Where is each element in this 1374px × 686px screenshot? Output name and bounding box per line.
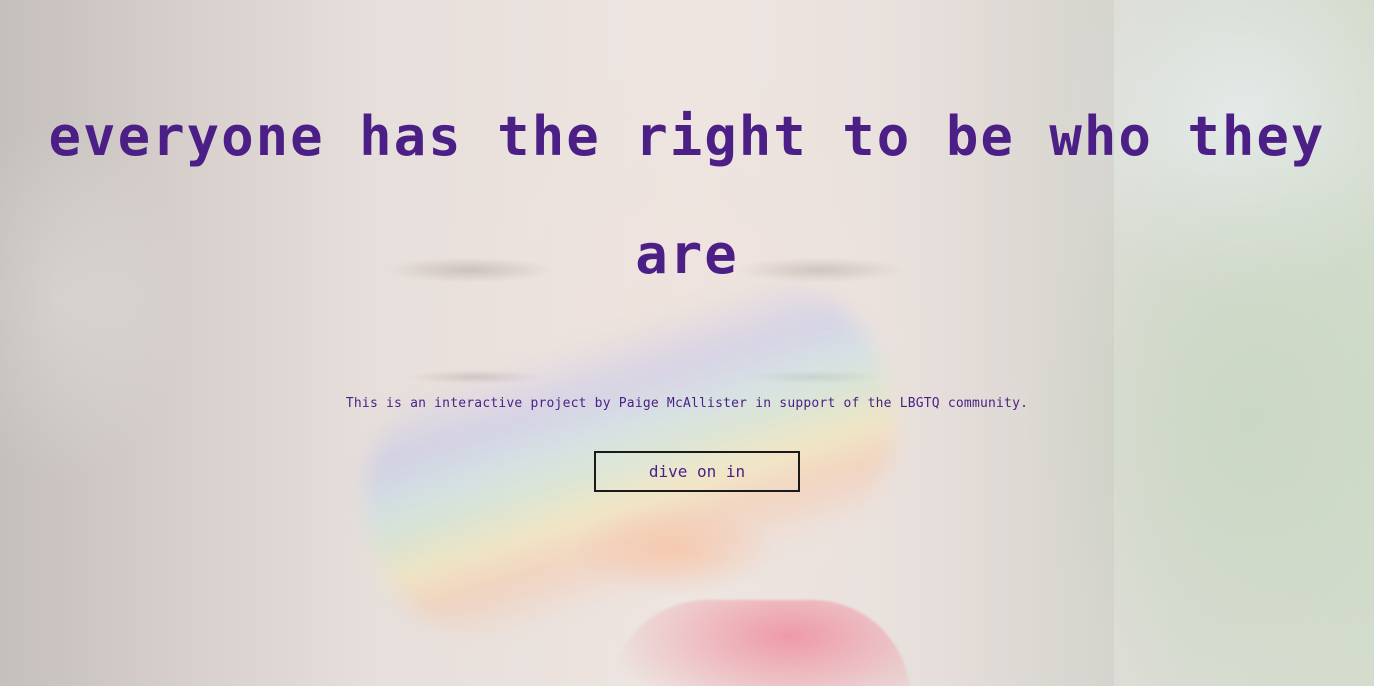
hero-subtext: This is an interactive project by Paige … (345, 396, 1029, 411)
hero-headline: everyone has the right to be who they ar… (48, 105, 1326, 286)
hero-section: everyone has the right to be who they ar… (0, 0, 1374, 686)
dive-on-in-button[interactable]: dive on in (594, 451, 800, 492)
